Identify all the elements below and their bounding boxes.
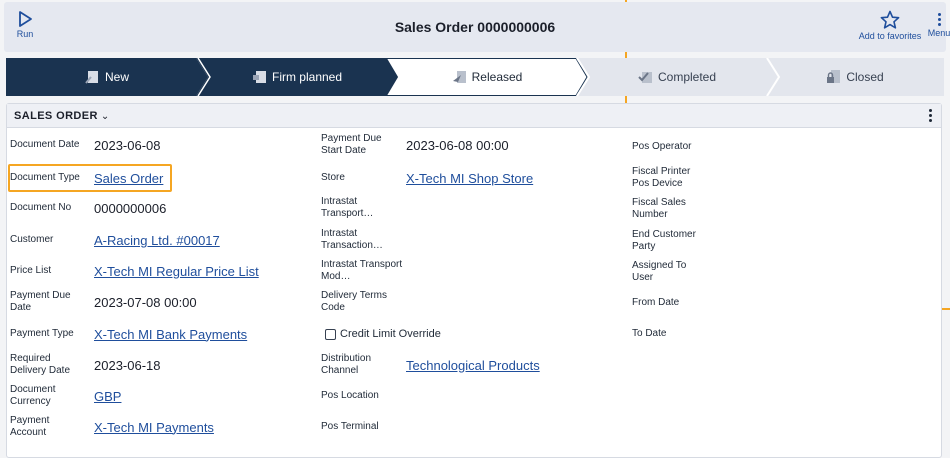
section-header: SALES ORDER ⌄ [7, 104, 941, 128]
field-pos-location: Pos Location [321, 381, 406, 411]
field-label: Payment Due Date [10, 290, 71, 313]
field-label: Payment Account [10, 415, 50, 438]
field-price-list: Price List X-Tech MI Regular Price List [10, 256, 259, 286]
field-label: Store [321, 172, 345, 183]
field-label: Fiscal Sales Number [632, 197, 686, 220]
field-end-customer-party: End Customer Party [632, 226, 704, 256]
field-document-currency: Document Currency GBP [10, 381, 121, 411]
field-pos-terminal: Pos Terminal [321, 412, 406, 442]
field-value[interactable]: 0000000006 [94, 201, 166, 216]
field-label: Intrastat Transaction… [321, 228, 383, 251]
star-icon [880, 10, 900, 29]
field-label: Customer [10, 234, 54, 245]
field-value[interactable]: 2023-07-08 00:00 [94, 295, 197, 310]
field-delivery-terms-code: Delivery Terms Code [321, 287, 406, 317]
step-released[interactable]: Released [386, 58, 588, 96]
field-label: Delivery Terms Code [321, 290, 387, 313]
field-label: Intrastat Transport… [321, 196, 374, 219]
field-customer: Customer A-Racing Ltd. #00017 [10, 225, 220, 255]
field-label: Price List [10, 265, 52, 276]
step-label: Completed [657, 70, 717, 84]
favorites-label: Add to favorites [858, 31, 922, 41]
field-label: Payment Type [10, 328, 74, 339]
field-pos-operator: Pos Operator [632, 132, 716, 162]
menu-label: Menu [927, 28, 950, 38]
field-label: Assigned To User [632, 260, 687, 283]
field-label: End Customer Party [632, 229, 696, 252]
status-stepper: New Firm planned Released Completed Clos… [6, 58, 944, 96]
field-distribution-channel: Distribution Channel Technological Produ… [321, 350, 540, 380]
sales-order-section: SALES ORDER ⌄ Document Date 2023-06-08 Do… [6, 103, 942, 458]
price-list-link[interactable]: X-Tech MI Regular Price List [94, 264, 259, 279]
document-type-link[interactable]: Sales Order [94, 171, 163, 186]
credit-limit-override-checkbox[interactable]: Credit Limit Override [325, 328, 441, 340]
field-label: Document Date [10, 139, 80, 150]
field-value[interactable]: 2023-06-08 [94, 138, 161, 153]
store-link[interactable]: X-Tech MI Shop Store [406, 171, 533, 186]
section-menu-button[interactable] [927, 109, 933, 124]
step-label: Closed [846, 70, 884, 84]
field-from-date: From Date [632, 288, 716, 318]
section-toggle[interactable]: SALES ORDER ⌄ [14, 110, 110, 122]
new-doc-icon [85, 69, 101, 85]
field-label: Distribution Channel [321, 353, 372, 376]
field-payment-due-date: Payment Due Date 2023-07-08 00:00 [10, 287, 197, 317]
field-document-no: Document No 0000000006 [10, 193, 166, 223]
customer-link[interactable]: A-Racing Ltd. #00017 [94, 233, 220, 248]
page-title: Sales Order 0000000006 [394, 19, 556, 35]
field-label: Document No [10, 202, 72, 213]
distribution-channel-link[interactable]: Technological Products [406, 358, 540, 373]
completed-icon [638, 69, 654, 85]
add-to-favorites-button[interactable]: Add to favorites [852, 10, 928, 41]
field-payment-account: Payment Account X-Tech MI Payments [10, 412, 214, 442]
firm-planned-icon [252, 69, 268, 85]
field-document-type: Document Type Sales Order [10, 163, 163, 193]
field-label: Pos Operator [632, 141, 692, 152]
step-completed[interactable]: Completed [576, 58, 778, 96]
kebab-menu-icon [937, 10, 941, 26]
field-payment-type: Payment Type X-Tech MI Bank Payments [10, 319, 247, 349]
field-intrastat-transport: Intrastat Transport… [321, 193, 406, 223]
field-label: Document Currency [10, 384, 56, 407]
payment-type-link[interactable]: X-Tech MI Bank Payments [94, 327, 247, 342]
section-title: SALES ORDER [14, 110, 98, 122]
field-label: Pos Location [321, 390, 379, 401]
checkbox-label: Credit Limit Override [340, 328, 441, 340]
field-label: Document Type [10, 172, 80, 183]
currency-link[interactable]: GBP [94, 389, 121, 404]
chevron-down-icon: ⌄ [100, 111, 110, 122]
step-closed[interactable]: Closed [766, 58, 944, 96]
field-intrastat-transport-mode: Intrastat Transport Mod… [321, 256, 406, 286]
field-to-date: To Date [632, 319, 716, 349]
field-fiscal-sales-number: Fiscal Sales Number [632, 194, 694, 224]
field-label: Fiscal Printer Pos Device [632, 166, 691, 189]
field-label: Payment Due Start Date [321, 133, 382, 156]
step-firm-planned[interactable]: Firm planned [196, 58, 398, 96]
step-new[interactable]: New [6, 58, 208, 96]
field-assigned-to-user: Assigned To User [632, 257, 694, 287]
field-label: Required Delivery Date [10, 353, 71, 376]
field-value[interactable]: 2023-06-18 [94, 358, 161, 373]
step-label: Firm planned [271, 70, 343, 84]
field-label: To Date [632, 328, 667, 339]
field-document-date: Document Date 2023-06-08 [10, 130, 161, 160]
field-required-delivery-date: Required Delivery Date 2023-06-18 [10, 350, 161, 380]
field-store: Store X-Tech MI Shop Store [321, 163, 533, 193]
payment-account-link[interactable]: X-Tech MI Payments [94, 420, 214, 435]
checkbox-box[interactable] [325, 328, 336, 340]
field-credit-limit-override: Credit Limit Override [325, 319, 441, 349]
step-label: Released [471, 70, 523, 84]
toolbar-header: Run Sales Order 0000000006 Add to favori… [4, 2, 950, 52]
field-label: Intrastat Transport Mod… [321, 259, 403, 282]
field-fiscal-printer-pos-device: Fiscal Printer Pos Device [632, 163, 702, 193]
released-icon [452, 69, 468, 85]
step-label: New [104, 70, 129, 84]
menu-button[interactable]: Menu [924, 10, 950, 38]
field-value[interactable]: 2023-06-08 00:00 [406, 138, 509, 153]
field-label: From Date [632, 297, 680, 308]
closed-lock-icon [826, 69, 842, 85]
field-label: Pos Terminal [321, 421, 379, 432]
field-intrastat-transaction: Intrastat Transaction… [321, 225, 406, 255]
field-payment-due-start-date: Payment Due Start Date 2023-06-08 00:00 [321, 130, 509, 160]
